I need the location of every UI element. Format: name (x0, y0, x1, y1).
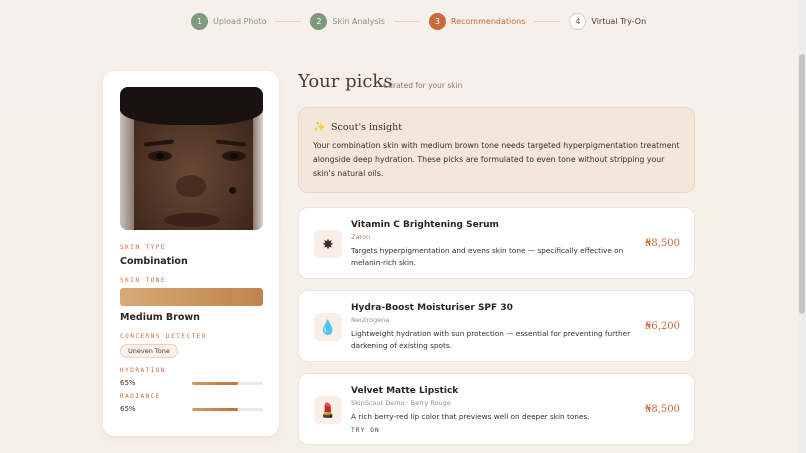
step-connector (393, 21, 420, 22)
step-number: 4 (569, 13, 587, 30)
step-number: 3 (428, 13, 446, 30)
product-brand: Zaron (351, 233, 371, 241)
step-label: Virtual Try-On (591, 17, 647, 26)
radiance-label: RADIANCE (120, 393, 161, 400)
insight-title: Scout's insight (331, 122, 403, 133)
skin-tone-swatch (120, 288, 263, 306)
product-description: Lightweight hydration with sun protectio… (351, 329, 631, 350)
step-label: Upload Photo (213, 17, 267, 26)
step-upload-photo[interactable]: 1 Upload Photo (191, 13, 266, 30)
step-connector (275, 21, 302, 22)
product-name: Velvet Matte Lipstick (351, 386, 459, 396)
step-skin-analysis[interactable]: 2 Skin Analysis (310, 13, 385, 30)
user-face-photo (120, 87, 263, 230)
product-name: Vitamin C Brightening Serum (351, 220, 499, 230)
sun-icon: ✸ (314, 230, 342, 258)
product-price: ₦6,200 (645, 321, 680, 332)
hydration-bar (192, 382, 263, 385)
lipstick-icon: 💄 (314, 396, 342, 424)
product-price: ₦8,500 (645, 238, 680, 249)
scrollbar-thumb[interactable] (799, 54, 805, 314)
skin-profile-card: SKIN TYPE Combination SKIN TONE Medium B… (103, 71, 279, 436)
page-subtitle: Curated for your skin (383, 81, 463, 90)
page-title: Your picks (298, 71, 393, 92)
concern-badge: Uneven Tone (120, 344, 178, 358)
step-label: Recommendations (450, 17, 526, 26)
radiance-bar (192, 408, 263, 411)
radiance-bar-fill (192, 408, 239, 411)
product-description: Targets hyperpigmentation and evens skin… (351, 246, 624, 267)
step-label: Skin Analysis (332, 17, 385, 26)
product-card[interactable]: 💧 Hydra-Boost Moisturiser SPF 30 Neutrog… (298, 290, 695, 362)
try-on-button[interactable]: TRY ON (351, 427, 380, 434)
skin-tone-value: Medium Brown (120, 312, 200, 323)
scout-insight-card: ✨ Scout's insight Your combination skin … (298, 107, 695, 193)
product-brand: Neutrogena (351, 316, 390, 324)
product-brand: SkinScout Demo · Berry Rouge (351, 399, 451, 407)
product-description: A rich berry-red lip color that previews… (351, 412, 590, 421)
radiance-value: 65% (120, 405, 136, 413)
sparkle-icon: ✨ (313, 122, 326, 133)
hydration-value: 65% (120, 379, 136, 387)
step-virtual-try-on[interactable]: 4 Virtual Try-On (569, 13, 646, 30)
concerns-label: CONCERNS DETECTED (120, 333, 207, 340)
step-number: 2 (310, 13, 328, 30)
progress-stepper: 1 Upload Photo 2 Skin Analysis 3 Recomme… (191, 13, 646, 30)
hydration-label: HYDRATION (120, 367, 167, 374)
product-name: Hydra-Boost Moisturiser SPF 30 (351, 303, 513, 313)
step-recommendations[interactable]: 3 Recommendations (428, 13, 526, 30)
skin-type-value: Combination (120, 256, 188, 267)
skin-tone-label: SKIN TONE (120, 277, 167, 284)
scrollbar[interactable] (798, 0, 806, 453)
insight-body: Your combination skin with medium brown … (313, 141, 680, 178)
skin-type-label: SKIN TYPE (120, 244, 167, 251)
step-number: 1 (191, 13, 208, 30)
product-card[interactable]: 💄 Velvet Matte Lipstick SkinScout Demo ·… (298, 373, 695, 445)
step-connector (534, 21, 561, 22)
product-price: ₦8,500 (645, 404, 680, 415)
hydration-bar-fill (192, 382, 239, 385)
product-card[interactable]: ✸ Vitamin C Brightening Serum Zaron Targ… (298, 207, 695, 279)
droplet-icon: 💧 (314, 313, 342, 341)
